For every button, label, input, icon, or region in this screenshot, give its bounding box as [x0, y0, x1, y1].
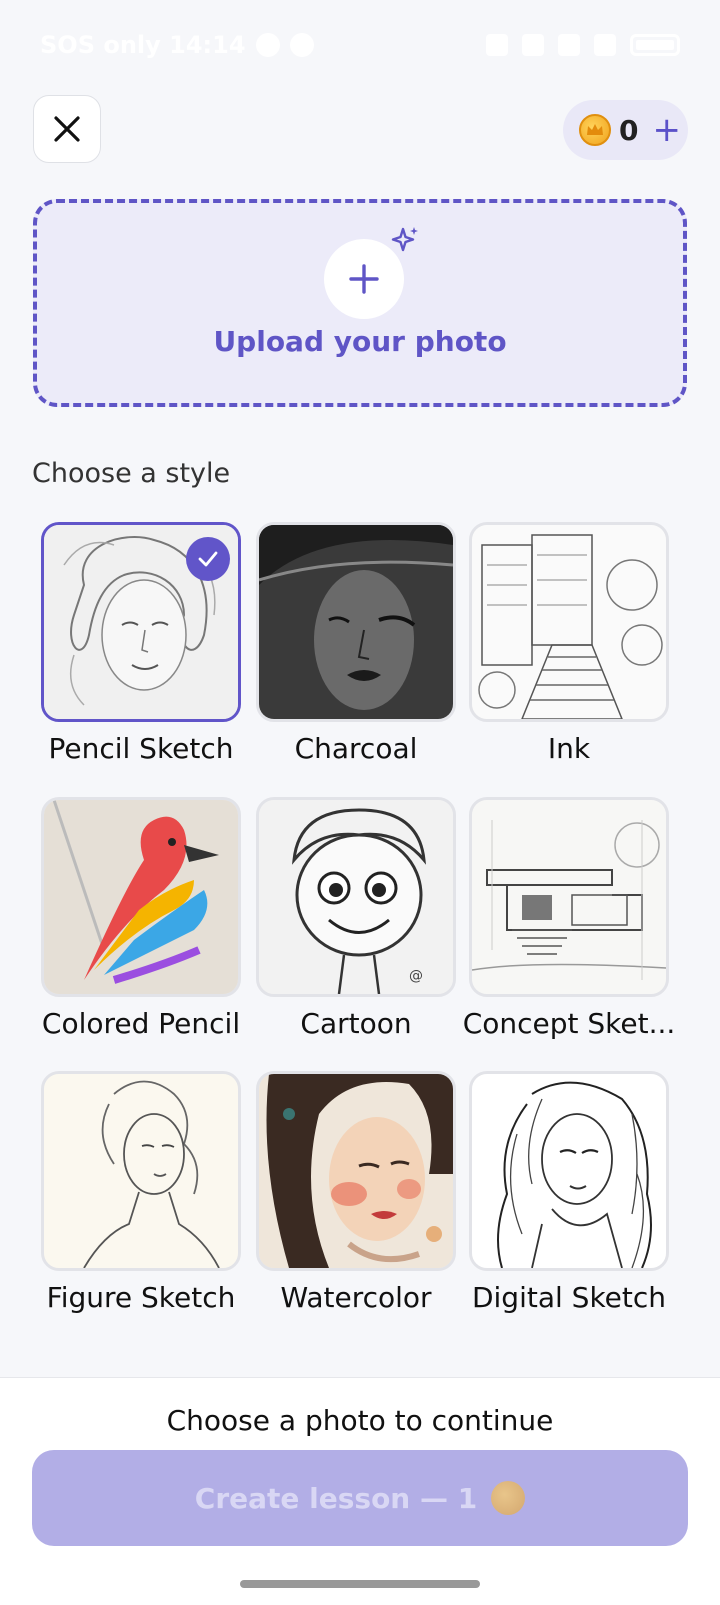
wifi-icon	[558, 34, 580, 56]
coin-icon	[579, 114, 611, 146]
style-card-ink[interactable]: Ink	[469, 522, 669, 765]
style-card-figure-sketch[interactable]: Figure Sketch	[41, 1071, 241, 1314]
status-text: SOS only 14:14	[40, 31, 246, 59]
bottom-panel: Choose a photo to continue Create lesson…	[0, 1377, 720, 1605]
style-thumbnail	[469, 797, 669, 997]
message-icon	[289, 33, 314, 57]
style-thumbnail	[469, 522, 669, 722]
upload-photo-area[interactable]: Upload your photo	[33, 199, 687, 407]
style-card-cartoon[interactable]: @ Cartoon	[256, 797, 456, 1040]
style-label: Pencil Sketch	[48, 732, 234, 765]
home-indicator[interactable]	[240, 1580, 480, 1588]
notification-icon	[255, 33, 280, 57]
style-thumbnail	[256, 522, 456, 722]
style-thumbnail	[41, 1071, 241, 1271]
coin-count: 0	[619, 113, 639, 147]
style-label: Watercolor	[280, 1281, 432, 1314]
style-card-watercolor[interactable]: Watercolor	[256, 1071, 456, 1314]
status-left: SOS only 14:14	[40, 31, 314, 59]
style-card-concept-sketch[interactable]: Concept Sket...	[463, 797, 675, 1040]
style-card-colored-pencil[interactable]: Colored Pencil	[41, 797, 241, 1040]
continue-hint: Choose a photo to continue	[166, 1404, 554, 1437]
coin-icon	[491, 1481, 526, 1515]
style-label: Concept Sket...	[462, 1007, 676, 1040]
style-thumbnail	[41, 522, 241, 722]
style-label: Figure Sketch	[46, 1281, 236, 1314]
create-lesson-button[interactable]: Create lesson — 1	[32, 1450, 688, 1546]
style-thumbnail	[469, 1071, 669, 1271]
nfc-icon	[486, 34, 508, 56]
style-label: Colored Pencil	[41, 1007, 241, 1040]
mute-icon	[522, 34, 544, 56]
status-bar: SOS only 14:14	[0, 0, 720, 90]
style-label: Charcoal	[294, 732, 418, 765]
style-thumbnail	[256, 1071, 456, 1271]
style-thumbnail: @	[256, 797, 456, 997]
sim-icon	[594, 34, 616, 56]
style-card-pencil-sketch[interactable]: Pencil Sketch	[41, 522, 241, 765]
upload-label: Upload your photo	[213, 325, 507, 358]
section-title: Choose a style	[32, 458, 231, 489]
close-button[interactable]	[33, 95, 101, 163]
svg-text:@: @	[409, 968, 423, 984]
add-coins-icon: +	[652, 110, 681, 150]
plus-icon	[349, 264, 379, 294]
style-thumbnail	[41, 797, 241, 997]
status-right	[486, 34, 680, 56]
style-label: Digital Sketch	[471, 1281, 667, 1314]
selected-check-icon	[186, 537, 230, 581]
style-card-digital-sketch[interactable]: Digital Sketch	[469, 1071, 669, 1314]
coin-balance-button[interactable]: 0 +	[563, 100, 688, 160]
battery-icon	[630, 34, 680, 56]
style-label: Cartoon	[300, 1007, 412, 1040]
sparkle-icon	[391, 227, 418, 252]
close-icon	[54, 116, 80, 142]
create-lesson-label: Create lesson — 1	[194, 1481, 478, 1515]
style-card-charcoal[interactable]: Charcoal	[256, 522, 456, 765]
style-label: Ink	[547, 732, 591, 765]
